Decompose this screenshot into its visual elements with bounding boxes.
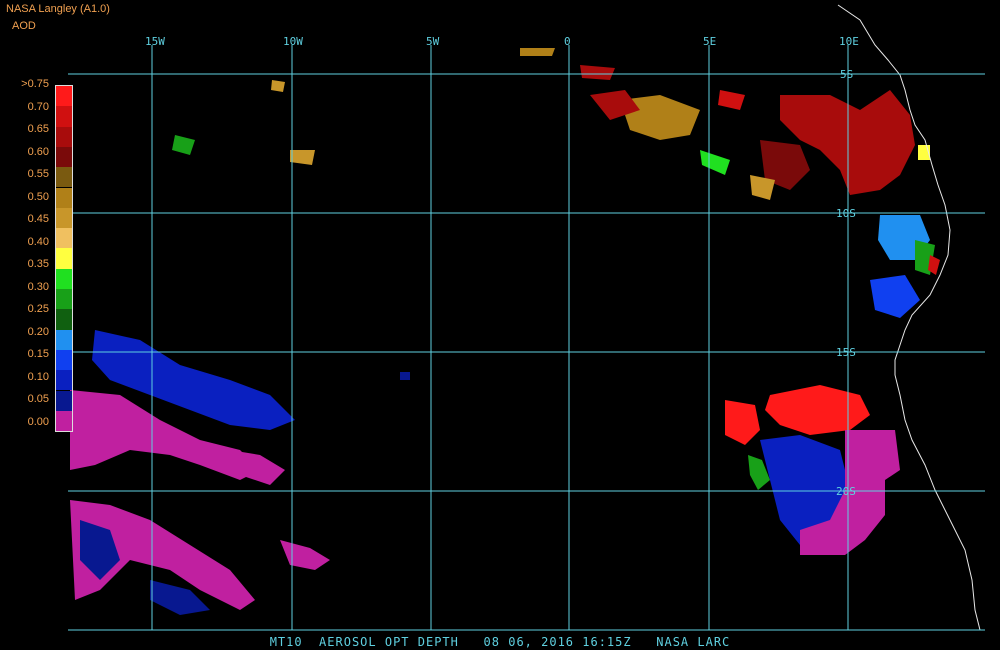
legend-label: 0.15: [27, 348, 49, 360]
legend-label: 0.60: [27, 145, 49, 158]
legend-label: 0.40: [27, 235, 49, 248]
legend-label: 0.20: [27, 325, 49, 338]
legend-label: 0.05: [27, 393, 49, 405]
legend-label: 0.35: [27, 258, 49, 270]
lat-label-15s: 15S: [836, 346, 856, 359]
lat-label-5s: 5S: [840, 68, 853, 81]
lat-label-20s: 20S: [836, 485, 856, 498]
legend-label: 0.00: [27, 415, 49, 428]
legend-label: 0.10: [27, 370, 49, 383]
legend-label: 0.30: [27, 280, 49, 293]
aod-plume-southeast-high: [765, 385, 870, 435]
legend-label: 0.50: [27, 190, 49, 203]
lat-label-10s: 10S: [836, 207, 856, 220]
lon-label-10w: 10W: [283, 35, 303, 48]
legend-label: 0.25: [27, 303, 49, 315]
lon-label-10e: 10E: [839, 35, 859, 48]
footer-caption: MT10 AEROSOL OPT DEPTH 08 06, 2016 16:15…: [269, 635, 731, 649]
lon-label-5w: 5W: [426, 35, 440, 48]
source-title: NASA Langley (A1.0): [6, 3, 110, 15]
legend-label: 0.65: [27, 123, 49, 135]
legend-frame: [55, 85, 73, 432]
legend-label: 0.70: [27, 100, 49, 113]
lon-label-5e: 5E: [703, 35, 716, 48]
aod-data-layer: [70, 48, 940, 615]
product-label: AOD: [12, 20, 36, 32]
legend-label: 0.55: [27, 168, 49, 180]
lon-label-0: 0: [564, 35, 571, 48]
legend-label: >0.75: [21, 78, 49, 90]
aod-map: 15W 10W 5W 0 5E 10E 5S 10S 15S 20S: [68, 4, 985, 631]
legend-label: 0.45: [27, 213, 49, 225]
lon-label-15w: 15W: [145, 35, 165, 48]
